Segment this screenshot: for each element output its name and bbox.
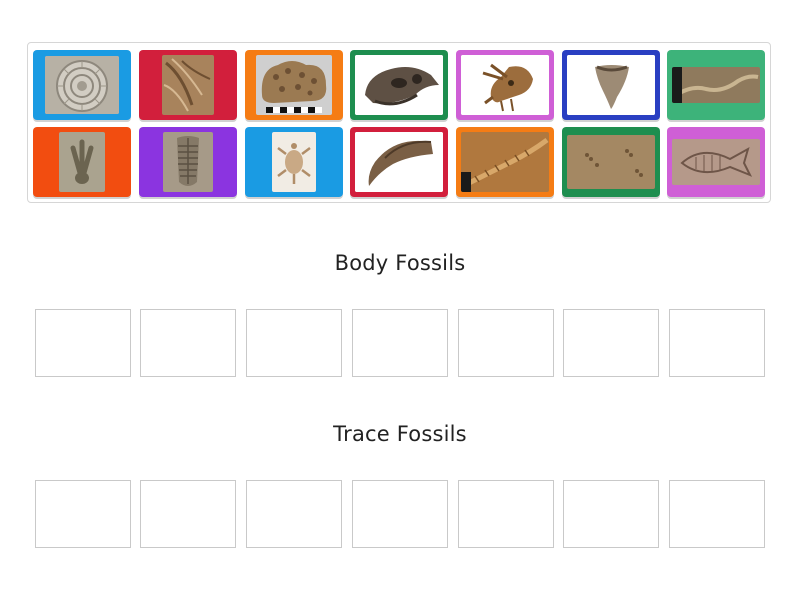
fossil-tile-tracks-trace[interactable] — [562, 127, 660, 197]
trace-fossils-drop-slot[interactable] — [563, 480, 659, 548]
body-fossils-drop-slot[interactable] — [458, 309, 554, 377]
fossil-tile-claw[interactable] — [350, 127, 448, 197]
trace-fossils-drop-slot[interactable] — [140, 480, 236, 548]
fossil-tile-trilobite[interactable] — [139, 127, 237, 197]
fish-fossil-icon — [672, 139, 760, 185]
fossil-tile-crinoid[interactable] — [139, 50, 237, 120]
ammonite-fossil-icon — [45, 56, 119, 114]
trace-fossils-drop-slot[interactable] — [246, 480, 342, 548]
tracks-trace-fossil-icon — [567, 135, 655, 189]
coral-fossil-icon — [256, 55, 332, 115]
fossil-tile-shark-tooth[interactable] — [562, 50, 660, 120]
fossil-tile-dinosaur-footprint[interactable] — [33, 127, 131, 197]
body-fossils-drop-slot[interactable] — [563, 309, 659, 377]
trace-fossils-drop-slot[interactable] — [458, 480, 554, 548]
fossil-tile-triceratops[interactable] — [456, 50, 554, 120]
crinoid-fossil-icon — [162, 55, 214, 115]
body-fossils-drop-slot[interactable] — [669, 309, 765, 377]
turtle-fossil-icon — [272, 132, 316, 192]
body-fossils-drop-slot[interactable] — [140, 309, 236, 377]
body-fossils-drop-slot[interactable] — [35, 309, 131, 377]
body-fossils-drop-slot[interactable] — [352, 309, 448, 377]
trilobite-fossil-icon — [163, 132, 213, 192]
trace-fossils-drop-slot[interactable] — [352, 480, 448, 548]
fossil-tile-coral[interactable] — [245, 50, 343, 120]
shark-tooth-fossil-icon — [567, 55, 655, 115]
fossil-tile-dinosaur-skull[interactable] — [350, 50, 448, 120]
fossil-tile-burrow-trace[interactable] — [456, 127, 554, 197]
trace-fossils-heading: Trace Fossils — [333, 422, 467, 446]
worm-trail-fossil-icon — [672, 67, 760, 103]
dinosaur-footprint-fossil-icon — [59, 132, 105, 192]
burrow-trace-fossil-icon — [461, 132, 549, 192]
body-fossils-drop-slot[interactable] — [246, 309, 342, 377]
fossil-tile-turtle[interactable] — [245, 127, 343, 197]
dinosaur-skull-fossil-icon — [355, 55, 443, 115]
fossil-tile-worm-trail[interactable] — [667, 50, 765, 120]
body-fossils-heading: Body Fossils — [334, 251, 466, 275]
trace-fossils-drop-slot[interactable] — [35, 480, 131, 548]
fossil-tile-ammonite[interactable] — [33, 50, 131, 120]
trace-fossils-drop-slot[interactable] — [669, 480, 765, 548]
fossil-tile-fish[interactable] — [667, 127, 765, 197]
claw-fossil-icon — [355, 132, 443, 192]
triceratops-skull-fossil-icon — [461, 55, 549, 115]
